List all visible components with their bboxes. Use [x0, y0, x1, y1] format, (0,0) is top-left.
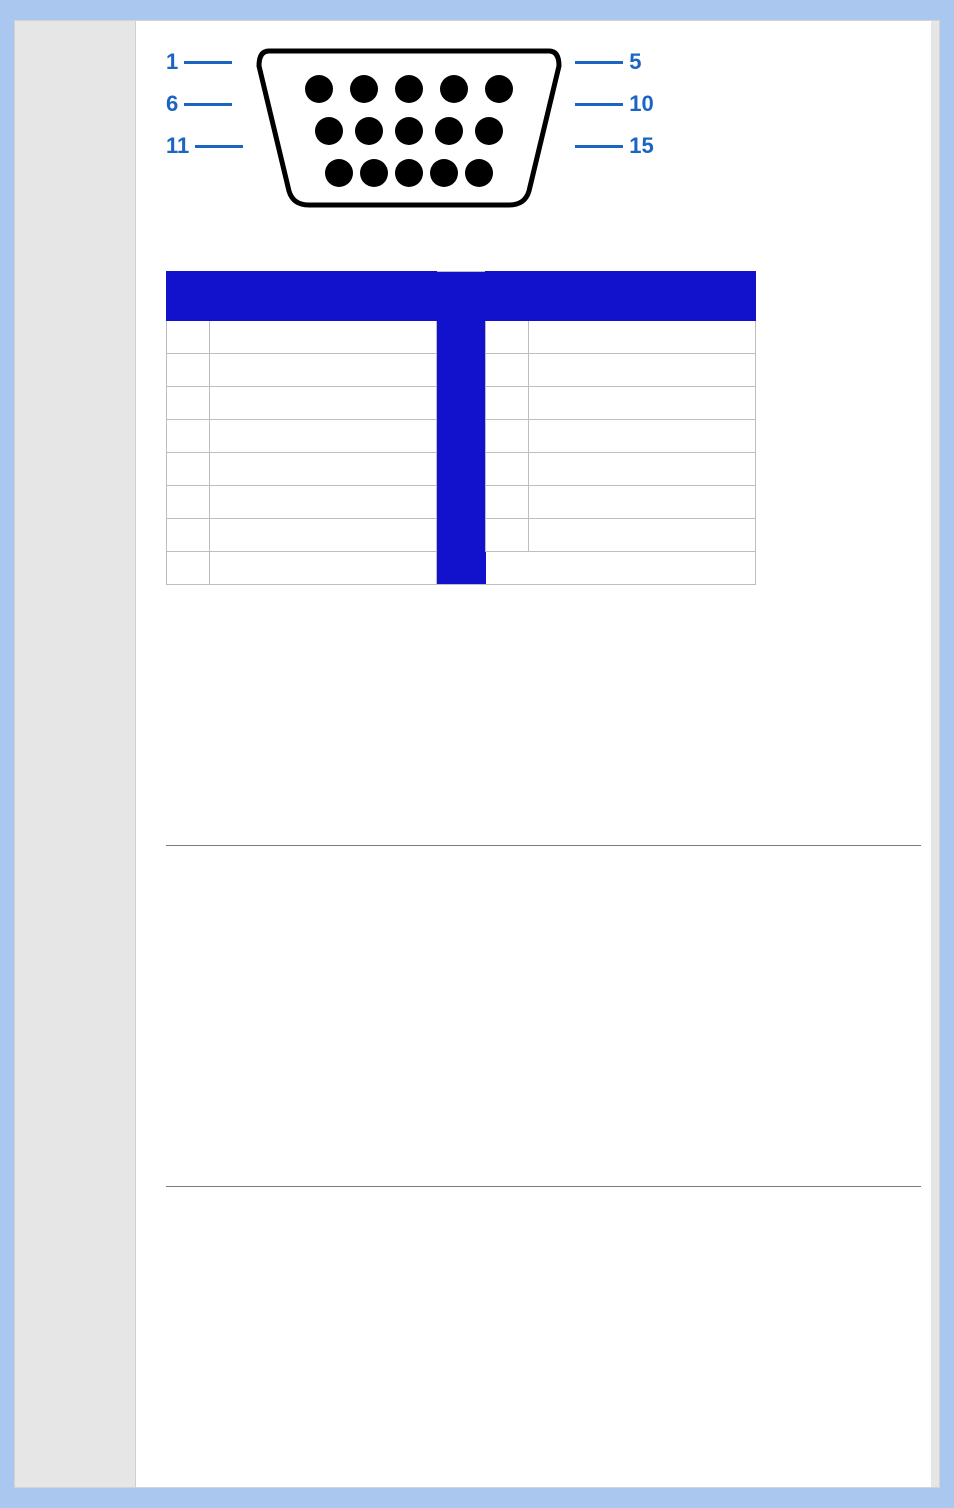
cell-signal	[210, 486, 437, 519]
section-gap	[166, 585, 921, 765]
th-right-signal	[529, 272, 756, 321]
content-pane: 1 6 11	[135, 21, 931, 1487]
cell-signal	[529, 354, 756, 387]
cell-signal	[210, 387, 437, 420]
empty-cell	[529, 552, 756, 585]
cell-signal	[210, 519, 437, 552]
cell-pin	[486, 486, 529, 519]
empty-cell	[486, 552, 529, 585]
section-divider	[166, 1186, 921, 1187]
cell-pin	[167, 486, 210, 519]
cell-signal	[210, 321, 437, 354]
section-b	[166, 1267, 921, 1447]
cell-pin	[167, 321, 210, 354]
lead-line	[575, 145, 623, 148]
cell-signal	[529, 387, 756, 420]
lead-line	[184, 61, 232, 64]
pin-label-10: 10	[629, 83, 653, 125]
th-right-pin	[486, 272, 529, 321]
connector-right-labels: 5 10 15	[569, 41, 653, 167]
lead-line	[575, 103, 623, 106]
cell-signal	[210, 354, 437, 387]
cell-signal	[210, 552, 437, 585]
cell-pin	[486, 519, 529, 552]
cell-signal	[529, 486, 756, 519]
table-spacer	[436, 321, 485, 585]
pin-label-15: 15	[629, 125, 653, 167]
cell-pin	[486, 420, 529, 453]
cell-signal	[210, 420, 437, 453]
cell-pin	[486, 453, 529, 486]
pin-label-1: 1	[166, 41, 178, 83]
lead-line	[184, 103, 232, 106]
cell-signal	[210, 453, 437, 486]
section-divider	[166, 845, 921, 846]
cell-pin	[167, 420, 210, 453]
section-a	[166, 926, 921, 1106]
lead-line	[195, 145, 243, 148]
cell-signal	[529, 321, 756, 354]
cell-pin	[167, 552, 210, 585]
cell-pin	[167, 387, 210, 420]
db15-connector-icon	[249, 41, 569, 211]
pin-label-6: 6	[166, 83, 178, 125]
cell-pin	[486, 387, 529, 420]
connector-left-labels: 1 6 11	[166, 41, 249, 167]
pin-label-11: 11	[166, 125, 189, 167]
page-frame: 1 6 11	[14, 20, 940, 1488]
cell-signal	[529, 519, 756, 552]
connector-diagram: 1 6 11	[166, 41, 921, 211]
pin-assignment-table	[166, 271, 756, 585]
th-left-pin	[167, 272, 210, 321]
lead-line	[575, 61, 623, 64]
cell-signal	[529, 453, 756, 486]
cell-pin	[167, 519, 210, 552]
cell-pin	[486, 354, 529, 387]
table-row	[167, 321, 756, 354]
cell-pin	[486, 321, 529, 354]
cell-pin	[167, 354, 210, 387]
cell-signal	[529, 420, 756, 453]
table-spacer	[436, 272, 485, 321]
th-left-signal	[210, 272, 437, 321]
cell-pin	[167, 453, 210, 486]
pin-label-5: 5	[629, 41, 641, 83]
